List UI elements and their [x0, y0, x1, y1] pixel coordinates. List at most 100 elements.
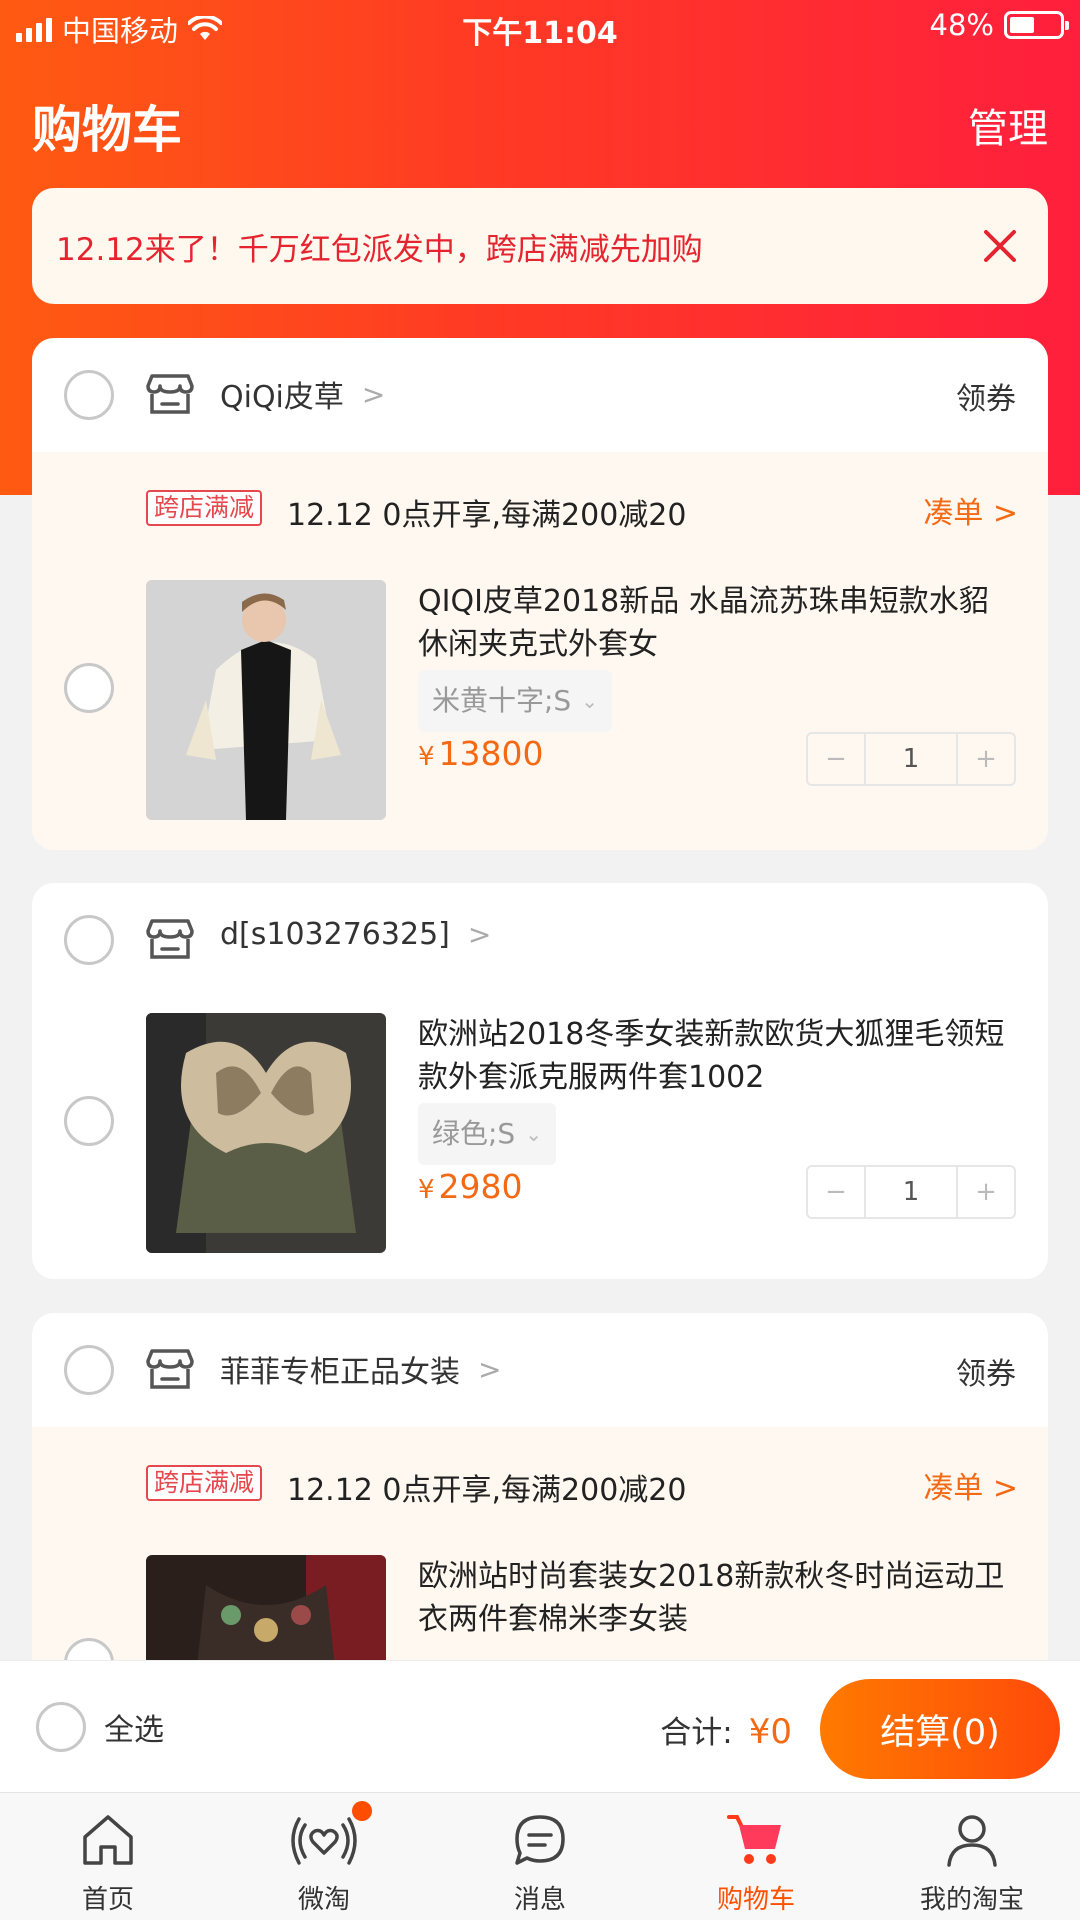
- chevron-right-icon: >: [467, 918, 492, 951]
- cart-item: QIQI皮草2018新品 水晶流苏珠串短款水貂休闲夹克式外套女 米黄十字;S ⌄…: [32, 564, 1048, 840]
- quantity-value[interactable]: 1: [864, 1167, 958, 1217]
- user-icon: [947, 1815, 997, 1867]
- promo-text: 12.12来了！千万红包派发中，跨店满减先加购: [56, 231, 703, 268]
- checkout-button[interactable]: 结算(0): [820, 1679, 1060, 1779]
- shop-checkbox[interactable]: [64, 1345, 114, 1395]
- checkout-bar: 全选 合计: ¥0 结算(0): [0, 1660, 1080, 1792]
- total-amount: ¥0: [748, 1712, 792, 1752]
- shop-card: QiQi皮草 > 领券 跨店满减 12.12 0点开享,每满200减20 凑单 …: [32, 338, 1048, 850]
- add-on-label: 凑单: [923, 496, 984, 531]
- select-all-checkbox[interactable]: [36, 1702, 86, 1752]
- decrease-button[interactable]: −: [808, 1167, 864, 1217]
- sku-selector[interactable]: 绿色;S ⌄: [418, 1103, 556, 1165]
- currency-symbol: ¥: [418, 742, 435, 772]
- product-price: ¥13800: [418, 734, 544, 773]
- status-bar: 中国移动 下午11:04 48%: [0, 0, 1080, 54]
- item-checkbox[interactable]: [64, 1638, 114, 1660]
- product-title[interactable]: 欧洲站2018冬季女装新款欧货大狐狸毛领短款外套派克服两件套1002: [418, 1013, 1018, 1099]
- shop-name: d[s103276325]: [220, 917, 450, 952]
- sku-label: 绿色;S: [432, 1117, 516, 1150]
- product-price: ¥2980: [418, 1167, 523, 1206]
- store-icon: [146, 1349, 194, 1389]
- select-all-label: 全选: [104, 1713, 164, 1748]
- deal-tag: 跨店满减: [146, 490, 263, 526]
- promo-strip: 跨店满减 12.12 0点开享,每满200减20 凑单 > 欧洲站时尚套装女20…: [32, 1427, 1048, 1660]
- cart-icon: [727, 1815, 781, 1864]
- currency-symbol: ¥: [418, 1175, 435, 1205]
- heart-broadcast-icon: [291, 1817, 357, 1865]
- item-checkbox[interactable]: [64, 1096, 114, 1146]
- shop-header: 菲菲专柜正品女装 > 领券: [32, 1313, 1048, 1427]
- cart-item: 欧洲站时尚套装女2018新款秋冬时尚运动卫衣两件套棉米李女装: [32, 1539, 1048, 1660]
- chevron-right-icon: >: [361, 377, 386, 411]
- tab-label: 消息: [513, 1885, 566, 1915]
- shop-name: 菲菲专柜正品女装: [220, 1355, 460, 1390]
- chevron-right-icon: >: [992, 1471, 1018, 1506]
- tab-label: 首页: [81, 1885, 134, 1915]
- shop-card: 菲菲专柜正品女装 > 领券 跨店满减 12.12 0点开享,每满200减20 凑…: [32, 1313, 1048, 1660]
- add-on-link[interactable]: 凑单 >: [923, 1463, 1018, 1507]
- chevron-right-icon: >: [478, 1352, 502, 1386]
- battery-icon: [1004, 11, 1069, 39]
- chevron-down-icon: ⌄: [525, 1122, 542, 1146]
- chevron-right-icon: >: [992, 496, 1018, 531]
- notification-dot: [352, 1801, 372, 1821]
- shop-name-link[interactable]: 菲菲专柜正品女装 >: [220, 1347, 501, 1391]
- tab-bar: 首页 微淘 消息 购物车 我的淘宝: [0, 1792, 1080, 1920]
- page-title: 购物车: [32, 101, 182, 159]
- total-label: 合计:: [660, 1715, 733, 1751]
- decrease-button[interactable]: −: [808, 734, 864, 784]
- home-icon: [83, 1815, 133, 1865]
- shop-name: QiQi皮草: [220, 380, 344, 415]
- product-image[interactable]: [146, 580, 386, 820]
- product-title[interactable]: 欧洲站时尚套装女2018新款秋冬时尚运动卫衣两件套棉米李女装: [418, 1555, 1018, 1641]
- promo-banner[interactable]: 12.12来了！千万红包派发中，跨店满减先加购: [32, 188, 1048, 304]
- deal-row: 跨店满减 12.12 0点开享,每满200减20 凑单 >: [32, 452, 1048, 564]
- product-image[interactable]: [146, 1013, 386, 1253]
- tab-label: 我的淘宝: [919, 1885, 1024, 1915]
- add-on-label: 凑单: [923, 1471, 984, 1506]
- select-all-toggle[interactable]: 全选: [36, 1702, 164, 1752]
- shop-card: d[s103276325] > 欧洲站2018冬季女装新款欧货大狐狸毛领短款外套…: [32, 883, 1048, 1279]
- shop-name-link[interactable]: d[s103276325] >: [220, 917, 491, 952]
- increase-button[interactable]: +: [958, 1167, 1014, 1217]
- item-checkbox[interactable]: [64, 663, 114, 713]
- quantity-value[interactable]: 1: [864, 734, 958, 784]
- shop-name-link[interactable]: QiQi皮草 >: [220, 372, 385, 416]
- deal-tag: 跨店满减: [146, 1465, 263, 1501]
- deal-text: 12.12 0点开享,每满200减20: [287, 498, 687, 533]
- tab-cart[interactable]: 购物车: [648, 1793, 864, 1920]
- shop-header: QiQi皮草 > 领券: [32, 338, 1048, 452]
- coupon-button[interactable]: 领券: [956, 374, 1016, 418]
- quantity-stepper: − 1 +: [806, 1165, 1016, 1219]
- product-image[interactable]: [146, 1555, 386, 1660]
- tab-home[interactable]: 首页: [0, 1793, 216, 1920]
- close-icon[interactable]: [976, 222, 1024, 270]
- add-on-link[interactable]: 凑单 >: [923, 488, 1018, 532]
- increase-button[interactable]: +: [958, 734, 1014, 784]
- sku-label: 米黄十字;S: [432, 684, 572, 717]
- tab-label: 微淘: [297, 1885, 350, 1915]
- tab-profile[interactable]: 我的淘宝: [864, 1793, 1080, 1920]
- message-icon: [515, 1815, 565, 1865]
- tab-weitao[interactable]: 微淘: [216, 1793, 432, 1920]
- sku-selector[interactable]: 米黄十字;S ⌄: [418, 670, 612, 732]
- shop-header: d[s103276325] >: [32, 883, 1048, 997]
- coupon-button[interactable]: 领券: [956, 1349, 1016, 1393]
- deal-text: 12.12 0点开享,每满200减20: [287, 1473, 687, 1508]
- price-value: 2980: [438, 1167, 523, 1206]
- tab-label: 购物车: [716, 1885, 795, 1915]
- store-icon: [146, 374, 194, 414]
- battery-percent: 48%: [929, 8, 994, 42]
- quantity-stepper: − 1 +: [806, 732, 1016, 786]
- clock: 下午11:04: [462, 16, 618, 51]
- shop-checkbox[interactable]: [64, 370, 114, 420]
- promo-strip: 跨店满减 12.12 0点开享,每满200减20 凑单 > QIQI皮草2018…: [32, 452, 1048, 850]
- product-title[interactable]: QIQI皮草2018新品 水晶流苏珠串短款水貂休闲夹克式外套女: [418, 580, 1018, 666]
- manage-button[interactable]: 管理: [968, 96, 1048, 154]
- tab-messages[interactable]: 消息: [432, 1793, 648, 1920]
- deal-row: 跨店满减 12.12 0点开享,每满200减20 凑单 >: [32, 1427, 1048, 1539]
- cart-item: 欧洲站2018冬季女装新款欧货大狐狸毛领短款外套派克服两件套1002 绿色;S …: [32, 997, 1048, 1273]
- shop-checkbox[interactable]: [64, 915, 114, 965]
- store-icon: [146, 919, 194, 959]
